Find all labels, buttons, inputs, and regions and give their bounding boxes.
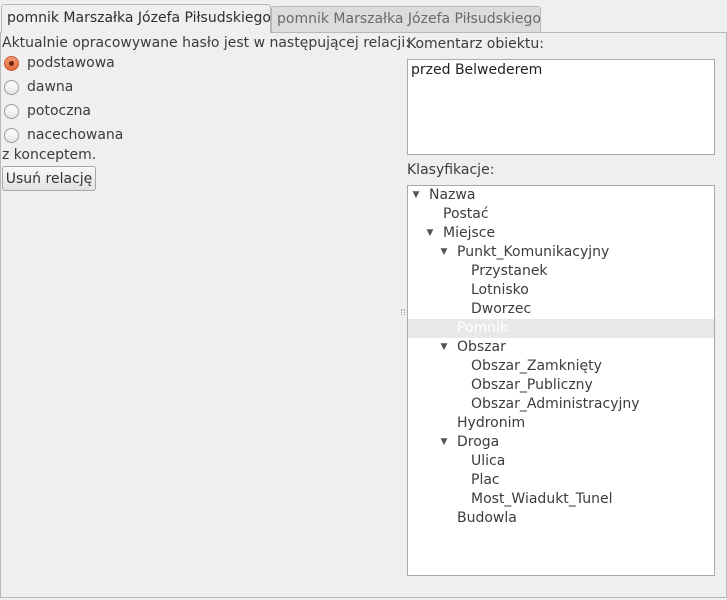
radio-potoczna[interactable]: potoczna [4, 100, 91, 122]
tree-node-label: Obszar_Zamknięty [471, 358, 602, 374]
radio-indicator[interactable] [4, 79, 19, 95]
tree-node-pomnik[interactable]: Pomnik [408, 319, 714, 338]
tree-node-label: Dworzec [471, 301, 532, 317]
tree-node-obszar-administracyjny[interactable]: Obszar_Administracyjny [408, 395, 714, 414]
tree-node-obszar[interactable]: ▼ Obszar [408, 338, 714, 357]
tab-pomnik-active[interactable]: pomnik Marszałka Józefa Piłsudskiego [1, 4, 271, 33]
tree-node-label: Punkt_Komunikacyjny [457, 244, 610, 260]
classification-tree[interactable]: ▼ Nazwa Postać ▼ Miejsce ▼ Punkt_Komunikacyjny… [407, 185, 715, 576]
tree-node-label: Most_Wiadukt_Tunel [471, 491, 613, 507]
tree-node-miejsce[interactable]: ▼ Miejsce [408, 224, 714, 243]
tree-node-label: Hydronim [457, 415, 526, 431]
tree-node-przystanek[interactable]: Przystanek [408, 262, 714, 281]
comment-label: Komentarz obiektu: [407, 36, 544, 52]
relation-label: Aktualnie opracowywane hasło jest w nast… [2, 35, 410, 51]
tree-node-label: Miejsce [443, 225, 496, 241]
tree-node-posta-[interactable]: Postać [408, 205, 714, 224]
tree-node-plac[interactable]: Plac [408, 471, 714, 490]
radio-dawna[interactable]: dawna [4, 76, 73, 98]
radio-label: potoczna [27, 103, 92, 119]
tree-node-hydronim[interactable]: Hydronim [408, 414, 714, 433]
tree-node-label: Obszar_Publiczny [471, 377, 593, 393]
expand-down-icon[interactable]: ▼ [411, 186, 421, 205]
expand-down-icon[interactable]: ▼ [439, 338, 449, 357]
concept-label: z konceptem. [2, 147, 97, 163]
tree-node-label: Obszar_Administracyjny [471, 396, 640, 412]
tree-node-obszar-publiczny[interactable]: Obszar_Publiczny [408, 376, 714, 395]
tree-node-label: Przystanek [471, 263, 548, 279]
object-panel: Komentarz obiektu: przed Belwederem Klas… [405, 33, 717, 593]
radio-label: nacechowana [27, 127, 124, 143]
relation-panel: Aktualnie opracowywane hasło jest w nast… [2, 33, 410, 593]
tab-label: pomnik Marszałka Józefa Piłsudskiego [7, 10, 271, 26]
tree-node-label: Ulica [471, 453, 506, 469]
tree-node-label: Budowla [457, 510, 517, 526]
tree-node-budowla[interactable]: Budowla [408, 509, 714, 528]
tab-pomnik-inactive[interactable]: pomnik Marszałka Józefa Piłsudskiego [271, 6, 541, 32]
main-window: pomnik Marszałka Józefa Piłsudskiego pom… [0, 0, 727, 600]
classification-label: Klasyfikacje: [407, 162, 495, 178]
radio-podstawowa[interactable]: podstawowa [4, 52, 115, 74]
remove-relation-button[interactable]: Usuń relację [2, 166, 96, 191]
tree-node-label: Obszar [457, 339, 506, 355]
tree-node-most-wiadukt-tunel[interactable]: Most_Wiadukt_Tunel [408, 490, 714, 509]
tree-node-label: Droga [457, 434, 500, 450]
tree-node-label: Postać [443, 206, 489, 222]
tree-node-label: Pomnik [457, 320, 509, 336]
radio-indicator-checked[interactable] [4, 55, 19, 71]
tree-node-dworzec[interactable]: Dworzec [408, 300, 714, 319]
comment-textarea[interactable]: przed Belwederem [407, 59, 715, 155]
tree-node-label: Plac [471, 472, 500, 488]
tab-label: pomnik Marszałka Józefa Piłsudskiego [277, 11, 541, 27]
tree-node-obszar-zamkni-ty[interactable]: Obszar_Zamknięty [408, 357, 714, 376]
tab-bar: pomnik Marszałka Józefa Piłsudskiego pom… [0, 0, 727, 33]
expand-down-icon[interactable]: ▼ [425, 224, 435, 243]
tree-node-droga[interactable]: ▼ Droga [408, 433, 714, 452]
tree-node-punkt-komunikacyjny[interactable]: ▼ Punkt_Komunikacyjny [408, 243, 714, 262]
radio-nacechowana[interactable]: nacechowana [4, 124, 123, 146]
expand-down-icon[interactable]: ▼ [439, 243, 449, 262]
radio-indicator[interactable] [4, 103, 19, 119]
radio-label: podstawowa [27, 55, 115, 71]
radio-label: dawna [27, 79, 74, 95]
tree-node-label: Nazwa [429, 187, 476, 203]
tree-node-nazwa[interactable]: ▼ Nazwa [408, 186, 714, 205]
tree-node-lotnisko[interactable]: Lotnisko [408, 281, 714, 300]
tree-node-ulica[interactable]: Ulica [408, 452, 714, 471]
radio-indicator[interactable] [4, 127, 19, 143]
tree-node-label: Lotnisko [471, 282, 529, 298]
expand-down-icon[interactable]: ▼ [439, 433, 449, 452]
